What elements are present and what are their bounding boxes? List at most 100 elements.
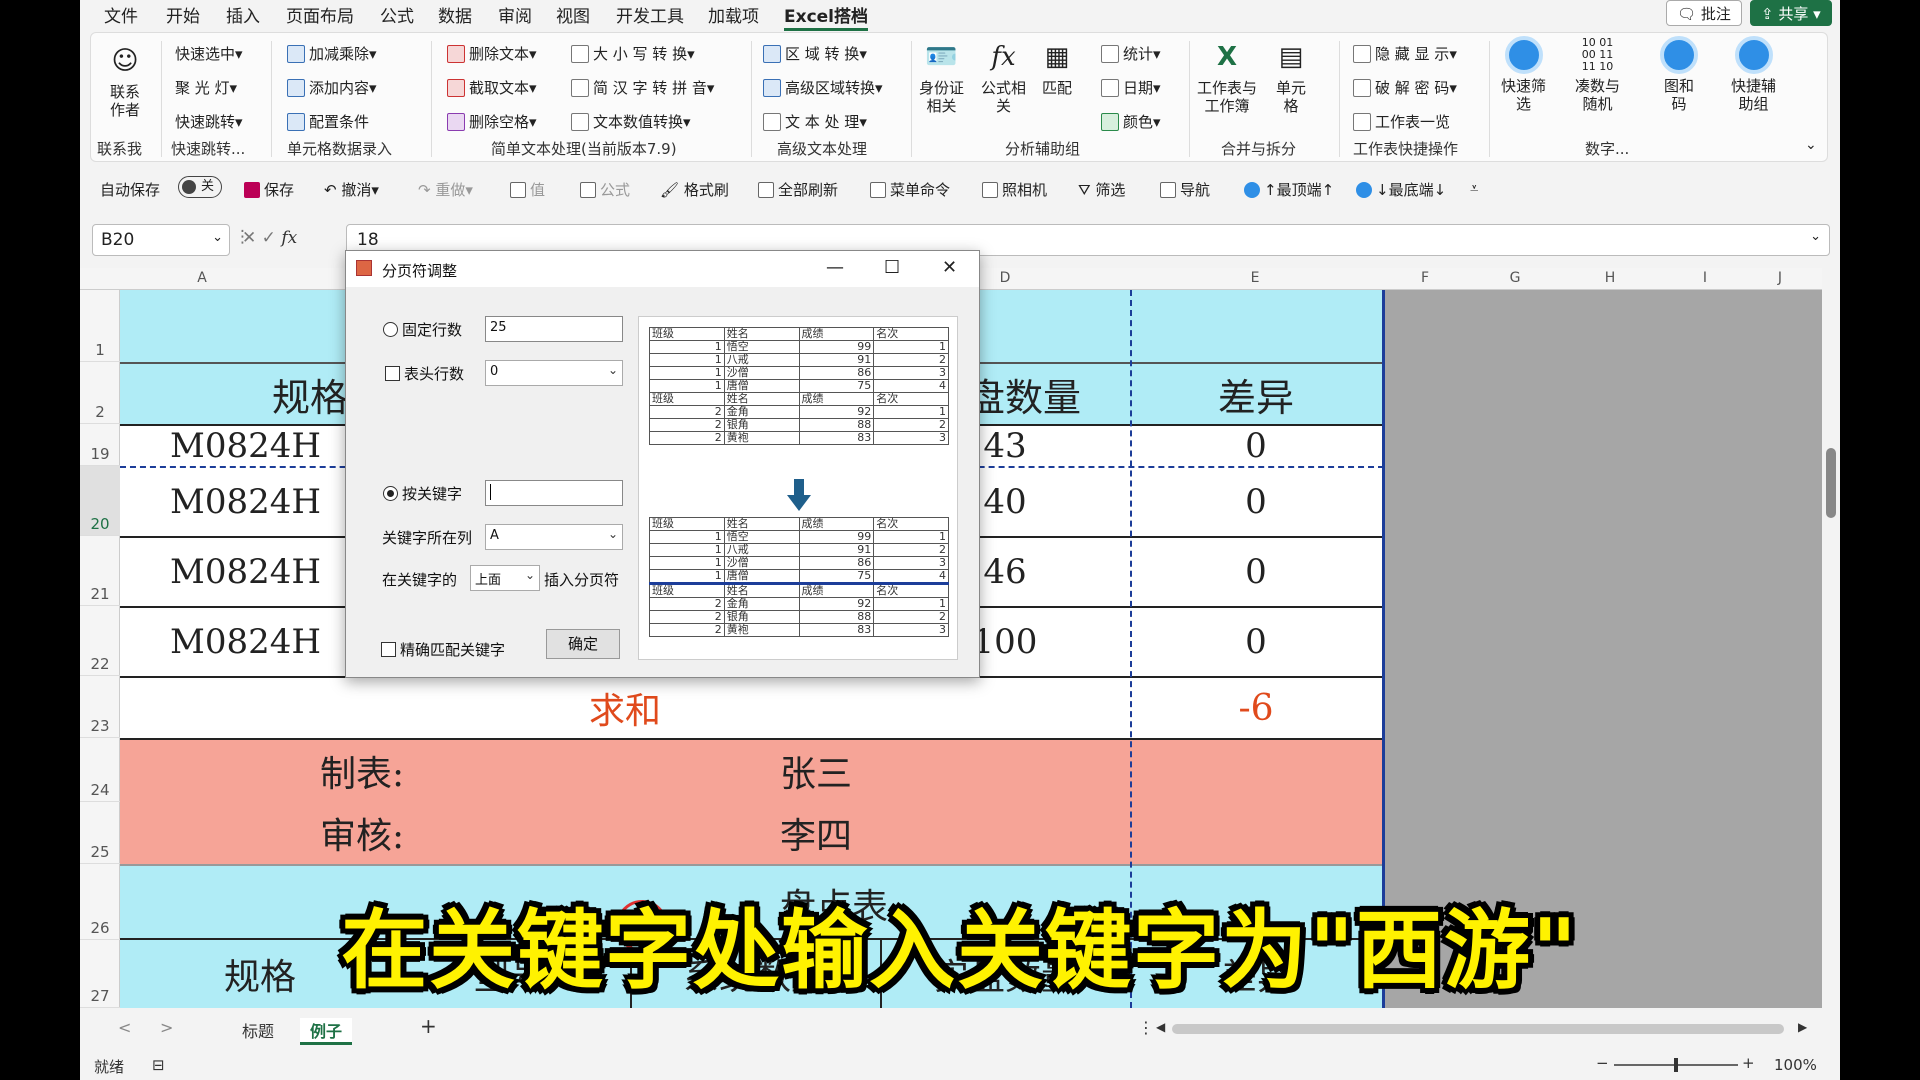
menu-addins[interactable]: 加载项 (708, 2, 759, 27)
row-header-22[interactable]: 22 (80, 606, 120, 676)
keyword-column-select[interactable]: A ⌄ (485, 524, 623, 550)
menu-command-button[interactable]: 菜单命令 (870, 179, 950, 200)
fixed-rows-radio[interactable] (383, 322, 398, 337)
name-box[interactable]: B20 ⌄ (92, 224, 230, 256)
hide-show-button[interactable]: 隐 藏 显 示 ▾ (1353, 43, 1457, 64)
spotlight-button[interactable]: 聚 光 灯 ▾ (175, 77, 237, 98)
camera-button[interactable]: 照相机 (982, 179, 1047, 200)
navigation-button[interactable]: 导航 (1160, 179, 1210, 200)
crack-password-button[interactable]: 破 解 密 码 ▾ (1353, 77, 1457, 98)
maximize-icon[interactable]: ☐ (884, 257, 900, 278)
paste-value-button[interactable]: 值 (510, 179, 545, 200)
fx-icon[interactable]: fx (281, 228, 297, 248)
sheet-overview-button[interactable]: 工作表一览 (1353, 111, 1450, 132)
maker-name[interactable]: 张三 (780, 742, 900, 800)
sum-label[interactable]: 求和 (120, 678, 1130, 738)
ok-button[interactable]: 确定 (546, 629, 620, 659)
format-painter-button[interactable]: 🖌 格式刷 (660, 179, 729, 200)
close-icon[interactable]: ✕ (942, 257, 957, 278)
filter-button[interactable]: ⛛ 筛选 (1078, 179, 1125, 200)
col-header-a[interactable]: A (120, 270, 284, 286)
cell-diff[interactable]: 0 (1130, 426, 1382, 466)
cell-spec[interactable]: M0824H (170, 468, 330, 536)
cell-spec[interactable]: M0824H (170, 426, 330, 466)
scroll-right-icon[interactable]: ▶ (1798, 1020, 1807, 1034)
config-condition-button[interactable]: 配置条件 (287, 111, 369, 132)
quick-jump-button[interactable]: 快速跳转 ▾ (175, 111, 243, 132)
cell-split-button[interactable]: ▤ 单元 格 (1271, 37, 1311, 115)
menu-formulas[interactable]: 公式 (380, 2, 414, 27)
zoom-level[interactable]: 100% (1774, 1056, 1817, 1074)
tabs-more-icon[interactable]: ⋮ (1138, 1018, 1154, 1037)
arithmetic-button[interactable]: 加减乘除 ▾ (287, 43, 377, 64)
quick-filter-button[interactable]: 快速筛 选 (1501, 35, 1546, 113)
text-number-convert-button[interactable]: 文本数值转换 ▾ (571, 111, 691, 132)
text-process-button[interactable]: 文 本 处 理 ▾ (763, 111, 867, 132)
match-button[interactable]: ▦ 匹配 (1037, 37, 1077, 97)
header-diff[interactable]: 差异 (1130, 364, 1382, 424)
row-header-23[interactable]: 23 (80, 676, 120, 738)
prev-sheet-icon[interactable]: < (118, 1018, 131, 1037)
row-header-24[interactable]: 24 (80, 738, 120, 802)
sheet-tab-example[interactable]: 例子 (300, 1018, 353, 1045)
paste-formula-button[interactable]: 公式 (580, 179, 630, 200)
menu-file[interactable]: 文件 (104, 2, 138, 27)
id-card-button[interactable]: 🪪 身份证 相关 (919, 37, 964, 115)
color-button[interactable]: 颜色 ▾ (1101, 111, 1161, 132)
keyword-input[interactable] (485, 480, 623, 506)
zoom-out-icon[interactable]: − (1596, 1054, 1609, 1072)
row-header-2[interactable]: 2 (80, 362, 120, 424)
reviewer-label[interactable]: 审核: (320, 804, 460, 862)
comment-button[interactable]: 🗨 批注 (1666, 0, 1742, 26)
contact-author-button[interactable]: ☺ 联系 作者 (105, 41, 145, 119)
menu-data[interactable]: 数据 (438, 2, 472, 27)
col-header-i[interactable]: I (1660, 270, 1750, 286)
customize-qat-icon[interactable]: ⩡ (1470, 179, 1478, 197)
col-header-g[interactable]: G (1470, 270, 1560, 286)
col-header-j[interactable]: J (1750, 270, 1810, 286)
exact-match-checkbox[interactable] (381, 642, 396, 657)
case-convert-button[interactable]: 大 小 写 转 换 ▾ (571, 43, 695, 64)
quick-select-button[interactable]: 快速选中 ▾ (175, 43, 243, 64)
formula-related-button[interactable]: fx 公式相 关 (981, 37, 1026, 115)
menu-excel-partner[interactable]: Excel搭档 (784, 2, 869, 31)
by-keyword-radio[interactable] (383, 486, 398, 501)
menu-developer[interactable]: 开发工具 (616, 2, 684, 27)
menu-home[interactable]: 开始 (166, 2, 200, 27)
maker-label[interactable]: 制表: (320, 742, 460, 800)
row-header-19[interactable]: 19 (80, 424, 120, 466)
cell-diff[interactable]: 0 (1130, 468, 1382, 536)
reviewer-name[interactable]: 李四 (780, 804, 900, 862)
minimize-icon[interactable]: — (826, 257, 844, 278)
header-rows-select[interactable]: 0 ⌄ (485, 360, 623, 386)
quick-helper-button[interactable]: 快捷辅 助组 (1731, 35, 1776, 113)
date-button[interactable]: 日期 ▾ (1101, 77, 1161, 98)
goto-bottom-button[interactable]: ↓最底端↓ (1356, 179, 1446, 200)
ribbon-collapse-icon[interactable]: ⌄ (1805, 137, 1817, 153)
statistics-button[interactable]: 统计 ▾ (1101, 43, 1161, 64)
row-header-20[interactable]: 20 (80, 466, 120, 536)
horizontal-scrollbar[interactable] (1172, 1024, 1784, 1034)
cancel-icon[interactable]: ✕ (242, 228, 256, 248)
delete-space-button[interactable]: 删除空格 ▾ (447, 111, 537, 132)
refresh-all-button[interactable]: 全部刷新 (758, 179, 838, 200)
pinyin-button[interactable]: 简 汉 字 转 拼 音 ▾ (571, 77, 714, 98)
menu-page-layout[interactable]: 页面布局 (286, 2, 354, 27)
advanced-range-convert-button[interactable]: 高级区域转换 ▾ (763, 77, 883, 98)
next-sheet-icon[interactable]: > (160, 1018, 173, 1037)
scroll-left-icon[interactable]: ◀ (1156, 1020, 1165, 1034)
cell-spec[interactable]: M0824H (170, 608, 330, 676)
redo-button[interactable]: ↷ 重做 ▾ (418, 179, 473, 200)
qr-code-button[interactable]: 图和 码 (1659, 35, 1699, 113)
random-button[interactable]: 10 01 00 11 11 10 凑数与 随机 (1575, 35, 1620, 114)
col-header-e[interactable]: E (1130, 270, 1380, 286)
menu-insert[interactable]: 插入 (226, 2, 260, 27)
col-header-f[interactable]: F (1380, 270, 1470, 286)
worksheet-workbook-button[interactable]: X 工作表与 工作簿 (1197, 37, 1257, 115)
save-button[interactable]: 保存 (244, 179, 294, 200)
col-header-h[interactable]: H (1560, 270, 1660, 286)
share-button[interactable]: ⇪ 共享 ▾ (1750, 0, 1832, 26)
accessibility-icon[interactable]: ⊟ (152, 1056, 165, 1074)
undo-button[interactable]: ↶ 撤消 ▾ (324, 179, 379, 200)
header-rows-checkbox[interactable] (385, 366, 400, 381)
